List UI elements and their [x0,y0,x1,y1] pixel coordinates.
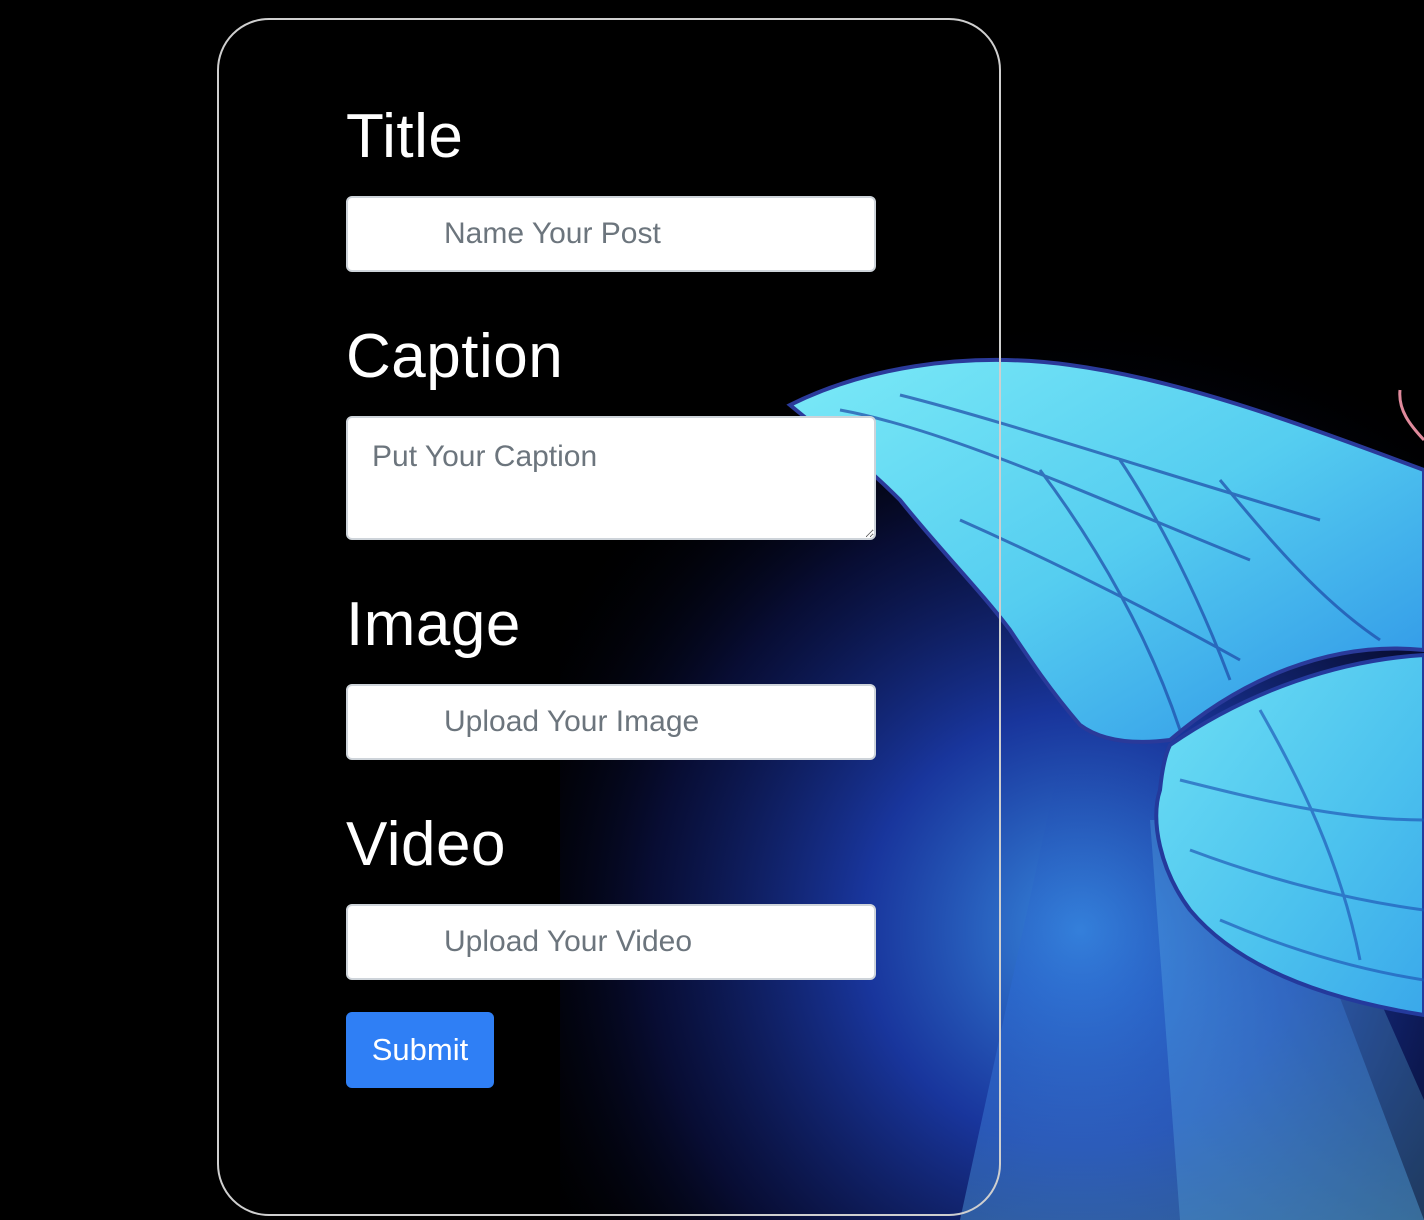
image-upload-input[interactable] [346,684,876,760]
video-label: Video [346,810,506,879]
page: Title Caption Image Video Submit [0,0,1424,1220]
video-upload-input[interactable] [346,904,876,980]
caption-label: Caption [346,322,564,391]
title-label: Title [346,102,464,171]
caption-textarea[interactable] [346,416,876,540]
title-input[interactable] [346,196,876,272]
image-label: Image [346,590,521,659]
submit-button[interactable]: Submit [346,1012,494,1088]
